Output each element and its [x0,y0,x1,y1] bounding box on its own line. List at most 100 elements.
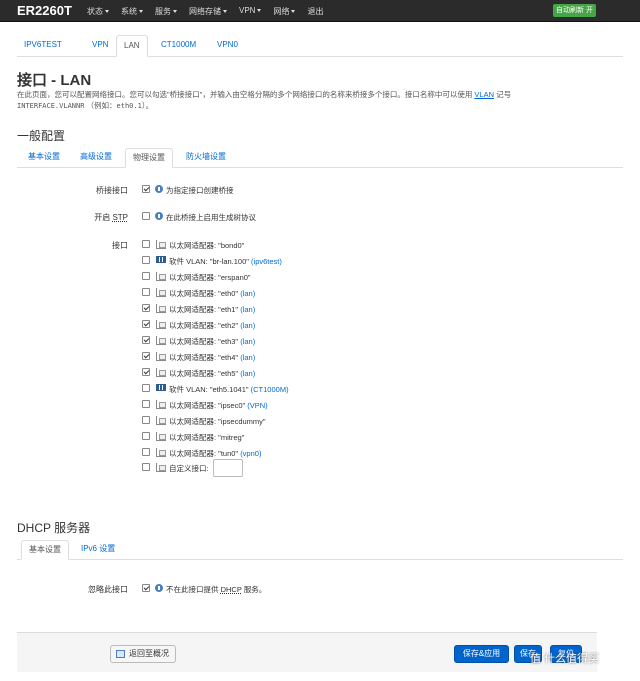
interface-name: 以太网适配器: "eth1" (lan) [169,304,255,315]
interface-checkbox[interactable] [142,272,150,280]
network-link[interactable]: (lan) [240,289,255,298]
nav-menu-label: 服务 [155,7,171,16]
interface-checkbox[interactable] [142,448,150,456]
interface-text: 以太网适配器: "eth0" [169,289,239,298]
auto-refresh-badge[interactable]: 自动刷新 开 [553,4,596,17]
desc-code: INTERFACE.VLANNR [17,102,85,110]
tab-ipv6test[interactable]: IPV6TEST [17,35,69,57]
nav-menu-label: 退出 [307,7,324,16]
interface-checkbox[interactable] [142,288,150,296]
interface-checkbox[interactable] [142,304,150,312]
network-link[interactable]: (lan) [240,353,255,362]
save-apply-button[interactable]: 保存&应用 [454,645,509,663]
tab-physical-settings[interactable]: 物理设置 [125,148,173,168]
interface-tabs: IPV6TEST VPN LAN CT1000M VPN0 [17,35,623,57]
network-link[interactable]: (VPN) [247,401,267,410]
dhcp-abbr: DHCP [220,585,242,594]
network-link[interactable]: (CT1000M) [251,385,289,394]
interface-name: 以太网适配器: "eth5" (lan) [169,368,255,379]
tab-basic-settings[interactable]: 基本设置 [21,148,67,168]
nav-menu-item[interactable]: VPN [239,6,262,17]
stp-checkbox[interactable] [142,212,150,220]
interface-checkbox[interactable] [142,400,150,408]
tab-ct1000m[interactable]: CT1000M [154,35,203,57]
network-link[interactable]: (lan) [240,337,255,346]
interface-name: 以太网适配器: "mitreg" [169,432,244,443]
ignore-text-2: 服务。 [243,585,267,594]
info-icon [155,584,163,592]
interface-name: 以太网适配器: "eth4" (lan) [169,352,255,363]
interface-checkbox[interactable] [142,352,150,360]
chevron-down-icon [173,10,177,14]
interface-checkbox[interactable] [142,384,150,392]
interface-name: 以太网适配器: "eth2" (lan) [169,320,255,331]
bridge-checkbox[interactable] [142,185,150,193]
desc-text-4: ）。 [141,101,154,110]
nav-menu-item[interactable]: 状态 [87,6,109,17]
nav-menu-item[interactable]: 网络 [273,6,296,17]
ethernet-icon [156,304,166,313]
custom-interface-checkbox[interactable] [142,463,150,471]
desc-text-2: 记号 [496,90,512,99]
network-link[interactable]: (ipv6test) [251,257,282,266]
info-icon [155,212,163,220]
brand-title[interactable]: ER2260T [17,3,72,18]
network-link[interactable]: (lan) [240,369,255,378]
vlan-icon [156,256,166,263]
interface-text: 以太网适配器: "eth4" [169,353,239,362]
dhcp-server-title: DHCP 服务器 [17,521,91,535]
chevron-down-icon [105,10,109,14]
nav-menu-item[interactable]: 服务 [155,6,177,17]
vlan-icon [156,384,166,391]
dhcp-tabs: 基本设置 IPv6 设置 [17,540,623,560]
main-menu: 状态 系统 服务 网络存储 VPN 网络 退出 [87,6,335,17]
tab-advanced-settings[interactable]: 高级设置 [73,148,119,168]
nav-menu-item[interactable]: 网络存储 [189,6,227,17]
general-config-title: 一般配置 [17,129,66,143]
interface-name: 软件 VLAN: "br-lan.100" (ipv6test) [169,256,282,267]
ethernet-icon [156,320,166,329]
network-link[interactable]: (lan) [240,305,255,314]
interface-name: 以太网适配器: "ipsec0" (VPN) [169,400,268,411]
ignore-interface-checkbox[interactable] [142,584,150,592]
interface-checkbox[interactable] [142,320,150,328]
interface-checkbox[interactable] [142,240,150,248]
nav-menu-label: 状态 [87,7,103,16]
interface-label: 接口 [112,241,128,250]
ignore-interface-label: 忽略此接口 [88,585,128,594]
nav-menu-item[interactable]: 退出 [307,6,323,17]
chevron-down-icon [139,10,143,14]
chevron-down-icon [223,10,227,14]
tab-vpn0[interactable]: VPN0 [210,35,245,57]
custom-interface-input[interactable] [213,459,243,477]
nav-menu-item[interactable]: 系统 [121,6,143,17]
nav-menu-label: 网络存储 [189,7,221,16]
interface-text: 以太网适配器: "ipsecdummy" [169,417,266,426]
tab-dhcp-basic[interactable]: 基本设置 [21,540,69,560]
network-link[interactable]: (vpn0) [240,449,261,458]
interface-text: 软件 VLAN: "br-lan.100" [169,257,249,266]
interface-checkbox[interactable] [142,416,150,424]
tab-vpn[interactable]: VPN [85,35,115,57]
network-link[interactable]: (lan) [240,321,255,330]
tab-firewall-settings[interactable]: 防火墙设置 [179,148,233,168]
info-icon [155,185,163,193]
interface-checkbox[interactable] [142,368,150,376]
back-to-overview-button[interactable]: 返回至概况 [110,645,176,663]
interface-text: 以太网适配器: "eth2" [169,321,239,330]
interface-checkbox[interactable] [142,256,150,264]
ignore-interface-description: 不在此接口提供 DHCP 服务。 [166,584,266,595]
ethernet-icon [156,240,166,249]
interface-text: 以太网适配器: "mitreg" [169,433,245,442]
interface-checkbox[interactable] [142,336,150,344]
ethernet-icon [156,416,166,425]
tab-lan[interactable]: LAN [116,35,148,57]
stp-abbr: STP [112,213,128,222]
interface-checkbox[interactable] [142,432,150,440]
interface-name: 以太网适配器: "bond0" [169,240,244,251]
vlan-link[interactable]: VLAN [474,90,494,99]
ignore-text-1: 不在此接口提供 [166,585,219,594]
tab-dhcp-ipv6[interactable]: IPv6 设置 [74,540,122,560]
desc-text-3: （例如： [86,101,117,110]
page-title: 接口 - LAN [17,72,92,89]
